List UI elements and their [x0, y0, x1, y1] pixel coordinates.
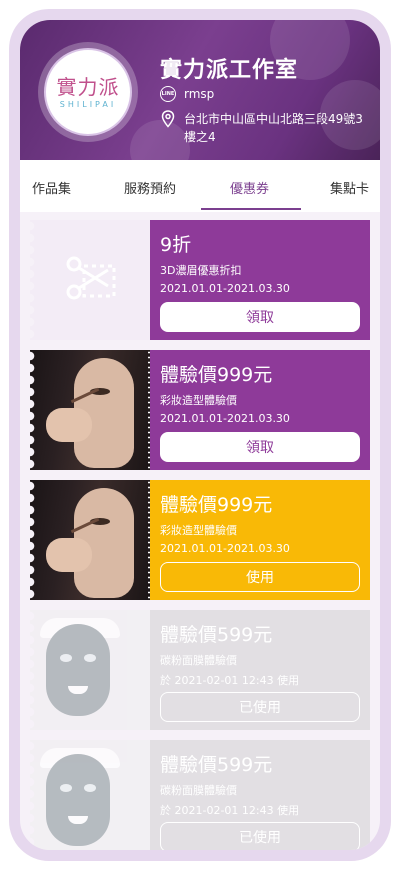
coupon-card[interactable]: 體驗價599元 碳粉面膜體驗價 於 2021-02-01 12:43 使用 已使…: [30, 610, 370, 730]
coupon-title: 9折: [160, 234, 192, 256]
location-pin-icon: [161, 110, 175, 128]
claim-button[interactable]: 領取: [160, 432, 360, 462]
tab-booking[interactable]: 服務預約: [124, 178, 176, 197]
logo-subtext: SHILIPAI: [59, 99, 117, 109]
phone-screen: 實力派 SHILIPAI 實力派工作室 LINE rmsp 台北市中山區中山北路…: [20, 20, 380, 850]
coupon-date: 2021.01.01-2021.03.30: [160, 542, 290, 555]
coupon-image: [30, 480, 150, 600]
coupon-date: 於 2021-02-01 12:43 使用: [160, 674, 300, 687]
coupon-card[interactable]: 體驗價599元 碳粉面膜體驗價 於 2021-02-01 12:43 使用 已使…: [30, 740, 370, 850]
active-tab-indicator: [201, 208, 301, 210]
coupon-details: 9折 3D濃眉優惠折扣 2021.01.01-2021.03.30 領取: [150, 220, 370, 340]
used-button: 已使用: [160, 822, 360, 850]
coupon-description: 碳粉面膜體驗價: [160, 654, 237, 667]
coupon-description: 3D濃眉優惠折扣: [160, 264, 242, 277]
coupon-description: 彩妝造型體驗價: [160, 394, 237, 407]
line-id: rmsp: [184, 87, 215, 101]
makeup-photo: [30, 480, 150, 600]
makeup-photo: [30, 350, 150, 470]
coupon-card[interactable]: 體驗價999元 彩妝造型體驗價 2021.01.01-2021.03.30 領取: [30, 350, 370, 470]
coupon-image: [30, 350, 150, 470]
face-mask-photo: [30, 740, 150, 850]
line-icon: LINE: [160, 86, 176, 102]
tab-coupons[interactable]: 優惠券: [230, 178, 269, 197]
coupon-title: 體驗價599元: [160, 624, 273, 646]
face-mask-photo: [30, 610, 150, 730]
coupon-details: 體驗價999元 彩妝造型體驗價 2021.01.01-2021.03.30 領取: [150, 350, 370, 470]
address-row[interactable]: 台北市中山區中山北路三段49號3樓之4: [160, 110, 370, 146]
tab-stamp-card[interactable]: 集點卡: [330, 178, 369, 197]
coupon-card[interactable]: 9折 3D濃眉優惠折扣 2021.01.01-2021.03.30 領取: [30, 220, 370, 340]
coupon-description: 彩妝造型體驗價: [160, 524, 237, 537]
shop-logo: 實力派 SHILIPAI: [38, 42, 138, 142]
tab-portfolio[interactable]: 作品集: [32, 178, 71, 197]
coupon-details: 體驗價999元 彩妝造型體驗價 2021.01.01-2021.03.30 使用: [150, 480, 370, 600]
coupon-card[interactable]: 體驗價999元 彩妝造型體驗價 2021.01.01-2021.03.30 使用: [30, 480, 370, 600]
coupon-date: 於 2021-02-01 12:43 使用: [160, 804, 300, 817]
logo-text: 實力派: [56, 74, 120, 99]
tab-bar: 作品集 服務預約 優惠券 集點卡: [20, 160, 380, 212]
coupon-details: 體驗價599元 碳粉面膜體驗價 於 2021-02-01 12:43 使用 已使…: [150, 740, 370, 850]
coupon-image: [30, 220, 150, 340]
line-id-row[interactable]: LINE rmsp: [160, 86, 214, 102]
claim-button[interactable]: 領取: [160, 302, 360, 332]
coupon-details: 體驗價599元 碳粉面膜體驗價 於 2021-02-01 12:43 使用 已使…: [150, 610, 370, 730]
used-button: 已使用: [160, 692, 360, 722]
shop-name: 實力派工作室: [160, 58, 299, 83]
coupon-title: 體驗價999元: [160, 494, 273, 516]
scissors-icon: [66, 256, 116, 300]
coupon-title: 體驗價599元: [160, 754, 273, 776]
coupon-title: 體驗價999元: [160, 364, 273, 386]
coupon-date: 2021.01.01-2021.03.30: [160, 412, 290, 425]
coupon-description: 碳粉面膜體驗價: [160, 784, 237, 797]
coupon-date: 2021.01.01-2021.03.30: [160, 282, 290, 295]
shop-address: 台北市中山區中山北路三段49號3樓之4: [184, 112, 363, 144]
shop-header: 實力派 SHILIPAI 實力派工作室 LINE rmsp 台北市中山區中山北路…: [20, 20, 380, 160]
use-button[interactable]: 使用: [160, 562, 360, 592]
coupon-image: [30, 740, 150, 850]
coupon-image: [30, 610, 150, 730]
